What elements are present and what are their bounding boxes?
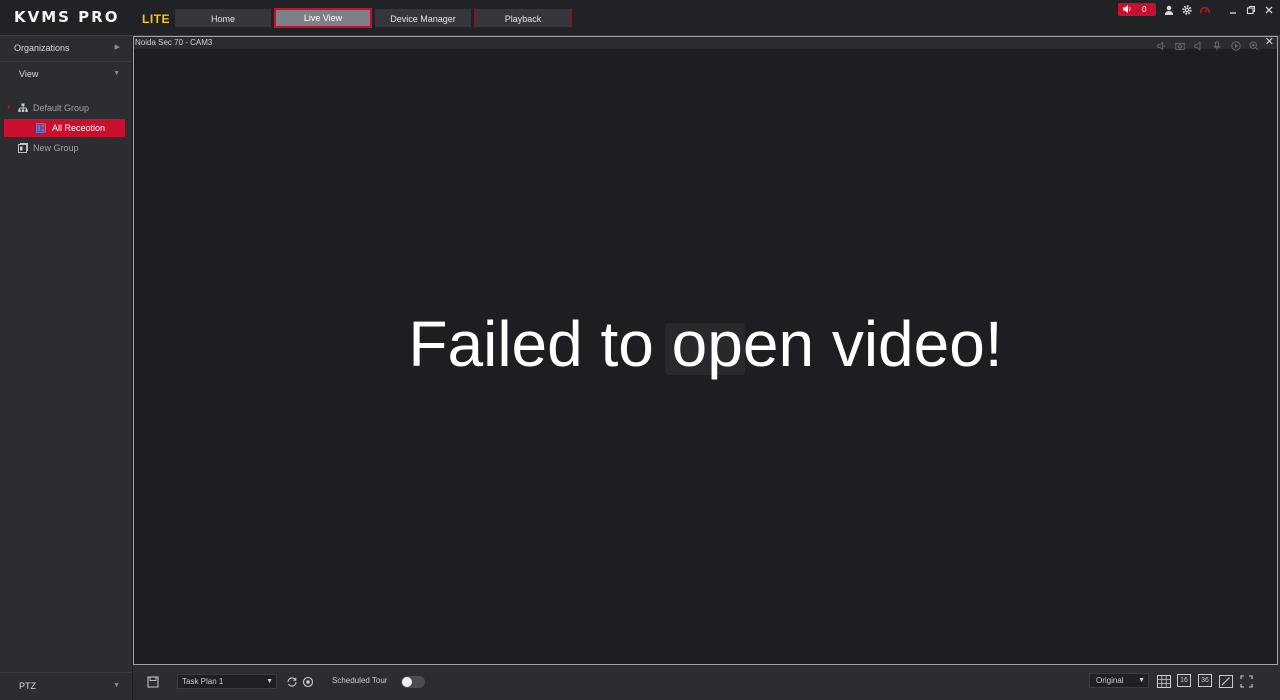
close-icon[interactable] [1263,4,1275,16]
video-pane[interactable]: Noida Sec 70 - CAM3 ✕ Failed to open vid… [133,36,1278,665]
chevron-right-icon: ▶ [114,44,120,51]
new-group-label: New Group [33,143,79,153]
channel-title: Noida Sec 70 - CAM3 [135,38,213,47]
app-window: KVMS PRO LITE Home Live View Device Mana… [0,0,1280,700]
stream-mode-value: Original [1096,676,1124,685]
video-header: Noida Sec 70 - CAM3 ✕ [134,37,1277,51]
restore-icon[interactable] [1245,4,1257,16]
ptz-panel-toggle[interactable]: PTZ ▼ [0,672,132,700]
audio-icon[interactable] [1157,41,1167,51]
app-logo: KVMS PRO [14,8,120,26]
toggle-knob [402,677,412,687]
bottom-toolbar: Task Plan 1 ▼ Scheduled Tour Original ▼ … [133,666,1280,700]
speaker-icon[interactable] [1194,41,1204,51]
microphone-icon[interactable] [1212,41,1222,51]
minimize-icon[interactable] [1227,4,1239,16]
custom-layout-icon[interactable] [1219,675,1233,688]
sidebar-view[interactable]: View ▼ [0,62,132,86]
performance-icon[interactable] [1199,4,1211,16]
video-error-message: Failed to open video! [408,308,1003,380]
scheduled-tour-label: Scheduled Tour [332,676,388,685]
task-plan-select[interactable]: Task Plan 1 ▼ [177,674,277,689]
new-group-icon [18,143,28,153]
fullscreen-icon[interactable] [1240,675,1253,688]
user-icon[interactable] [1163,4,1175,16]
tab-live-view[interactable]: Live View [274,8,372,28]
expand-arrow-icon: ▼ [6,105,12,111]
chevron-down-icon: ▼ [1138,677,1145,684]
video-toolbar [1153,38,1259,51]
chevron-down-icon: ▼ [113,70,120,77]
chevron-down-icon: ▼ [113,682,120,689]
all-receotion-label: All Receotion [52,123,106,133]
tab-playback[interactable]: Playback [474,8,572,28]
settings-icon[interactable] [1181,4,1193,16]
default-group-label: Default Group [33,103,90,113]
task-plan-value: Task Plan 1 [182,677,224,686]
layout-16-button[interactable]: 16 [1177,674,1191,687]
tree-item-new-group[interactable]: New Group [18,139,128,157]
snapshot-icon[interactable] [1175,41,1185,51]
speaker-alarm-icon [1123,5,1131,13]
title-bar: KVMS PRO LITE Home Live View Device Mana… [0,0,1280,36]
tree-item-default-group[interactable]: ▼ Default Group [6,99,126,117]
edition-badge: LITE [142,12,170,26]
alarm-count: 0 [1142,5,1147,14]
tab-device-manager[interactable]: Device Manager [374,8,472,28]
refresh-tour-icon[interactable] [286,676,298,688]
stream-mode-select[interactable]: Original ▼ [1089,673,1149,688]
chevron-down-icon: ▼ [266,678,273,685]
tab-home[interactable]: Home [174,8,272,28]
save-view-icon[interactable] [147,676,159,688]
layout-36-button[interactable]: 36 [1198,674,1212,687]
zoom-icon[interactable] [1249,41,1259,51]
view-layout-icon [36,123,46,133]
organizations-label: Organizations [14,43,70,53]
scheduled-tour-toggle[interactable] [401,676,425,688]
group-tree-icon [18,103,28,112]
sidebar: Organizations ▶ View ▼ ▼ Default Group A… [0,36,133,700]
sidebar-organizations[interactable]: Organizations ▶ [0,36,132,60]
close-icon[interactable]: ✕ [1265,37,1274,48]
view-label: View [19,69,39,79]
tour-settings-icon[interactable] [302,676,314,688]
alarm-button[interactable]: 0 [1118,3,1156,16]
ptz-label: PTZ [19,681,36,691]
layout-grid-icon[interactable] [1157,675,1171,688]
tree-item-all-receotion[interactable]: All Receotion [4,119,125,137]
playback-icon[interactable] [1230,41,1241,51]
